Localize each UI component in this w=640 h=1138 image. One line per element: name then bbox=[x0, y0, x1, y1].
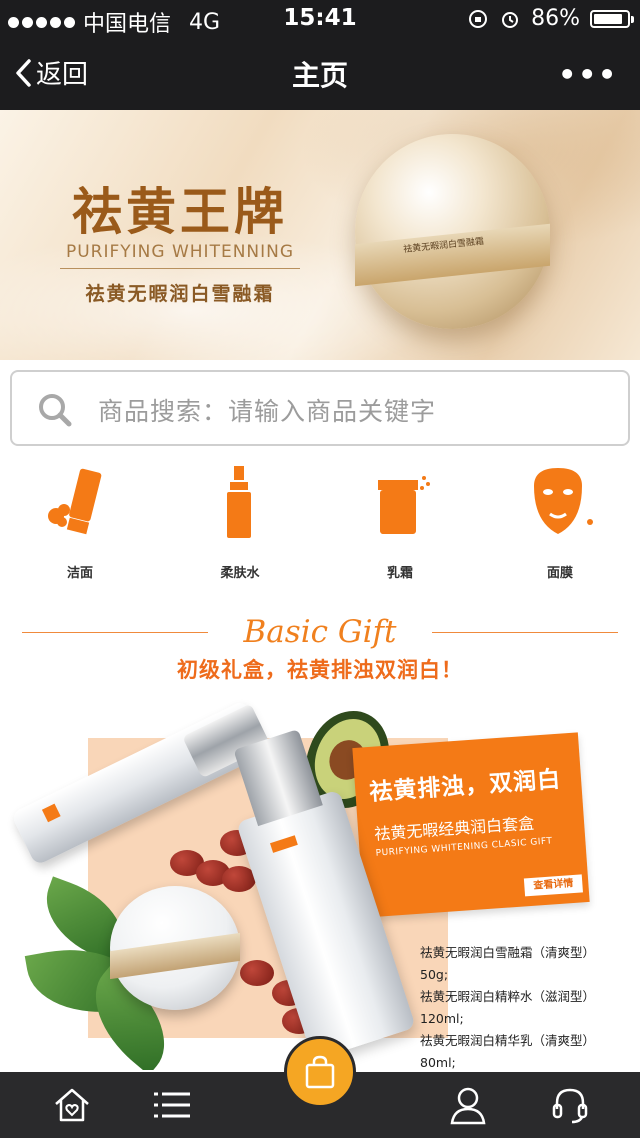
category-label: 乳霜 bbox=[386, 566, 413, 581]
desc-line: 80ml; bbox=[420, 1055, 456, 1070]
promo-headline: 祛黄排浊，双润白 bbox=[368, 766, 562, 806]
category-cream[interactable]: 乳霜 bbox=[320, 458, 480, 588]
section-heading: Basic Gift 初级礼盒，祛黄排浊双润白！ bbox=[0, 608, 640, 688]
cream-jar-image bbox=[110, 886, 240, 1010]
status-bar: 中国电信 4G 15:41 86% bbox=[0, 0, 640, 37]
gift-product-image[interactable]: 祛黄排浊，双润白 祛黄无暇经典润白套盒 PURIFYING WHITENING … bbox=[0, 690, 640, 1070]
desc-line: 祛黄无暇润白雪融霜（清爽型） bbox=[420, 945, 596, 960]
category-label: 洁面 bbox=[66, 566, 93, 581]
product-description: 祛黄无暇润白雪融霜（清爽型） 50g; 祛黄无暇润白精粹水（滋润型） 120ml… bbox=[420, 942, 640, 1070]
tab-category[interactable] bbox=[132, 1072, 212, 1138]
battery-icon bbox=[590, 9, 634, 28]
banner-text: 祛黄王牌 PURIFYING WHITENNING 祛黄无暇润白雪融霜 bbox=[60, 184, 300, 306]
bottle-icon bbox=[227, 466, 251, 538]
tab-service[interactable] bbox=[530, 1072, 610, 1138]
red-date-image bbox=[240, 960, 274, 986]
status-right: 86% bbox=[467, 6, 634, 31]
desc-line: 祛黄无暇润白精粹水（滋润型） bbox=[420, 989, 596, 1004]
desc-line: 50g; bbox=[420, 967, 449, 982]
banner-brand: 祛黄王牌 bbox=[72, 183, 288, 241]
home-icon bbox=[55, 1088, 89, 1122]
tab-profile[interactable] bbox=[428, 1072, 508, 1138]
category-row: 洁面 柔肤水 乳霜 面膜 bbox=[0, 458, 640, 598]
category-label: 面膜 bbox=[546, 566, 573, 581]
search-bar[interactable]: 商品搜索：请输入商品关键字 bbox=[10, 370, 630, 446]
shopping-bag-icon bbox=[305, 1055, 335, 1089]
category-cleanser[interactable]: 洁面 bbox=[0, 458, 160, 588]
list-icon bbox=[154, 1092, 190, 1118]
battery-percent: 86% bbox=[531, 6, 580, 31]
divider bbox=[60, 268, 300, 269]
face-mask-icon bbox=[534, 468, 593, 534]
category-mask[interactable]: 面膜 bbox=[480, 458, 640, 588]
tube-icon bbox=[48, 468, 102, 535]
search-input[interactable]: 商品搜索：请输入商品关键字 bbox=[98, 392, 436, 428]
hero-banner[interactable]: 祛黄王牌 PURIFYING WHITENNING 祛黄无暇润白雪融霜 祛黄无暇… bbox=[0, 110, 640, 360]
section-subtitle: 初级礼盒，祛黄排浊双润白！ bbox=[177, 658, 463, 682]
category-label: 柔肤水 bbox=[220, 566, 260, 581]
banner-brand-en: PURIFYING WHITENNING bbox=[65, 242, 295, 262]
desc-line: 祛黄无暇润白精华乳（清爽型） bbox=[420, 1033, 596, 1048]
tab-home[interactable] bbox=[32, 1072, 112, 1138]
cream-jar-icon bbox=[378, 476, 430, 534]
section-title: Basic Gift bbox=[243, 614, 397, 650]
nav-bar: 返回 主页 ••• bbox=[0, 36, 640, 110]
desc-line: 120ml; bbox=[420, 1011, 464, 1026]
category-toner[interactable]: 柔肤水 bbox=[160, 458, 320, 588]
alarm-icon bbox=[502, 11, 519, 28]
headset-icon bbox=[552, 1088, 588, 1124]
banner-product: 祛黄无暇润白雪融霜 bbox=[85, 283, 275, 305]
promo-card[interactable]: 祛黄排浊，双润白 祛黄无暇经典润白套盒 PURIFYING WHITENING … bbox=[352, 732, 590, 918]
page-title: 主页 bbox=[291, 59, 348, 92]
search-icon bbox=[39, 394, 72, 427]
more-button[interactable]: ••• bbox=[558, 58, 618, 91]
user-icon bbox=[450, 1087, 486, 1125]
cream-jar-image: 祛黄无暇润白雪融霜 bbox=[355, 134, 550, 329]
view-details-button[interactable]: 查看详情 bbox=[523, 874, 583, 897]
orientation-lock-icon bbox=[469, 9, 488, 28]
cart-button[interactable] bbox=[284, 1036, 356, 1108]
